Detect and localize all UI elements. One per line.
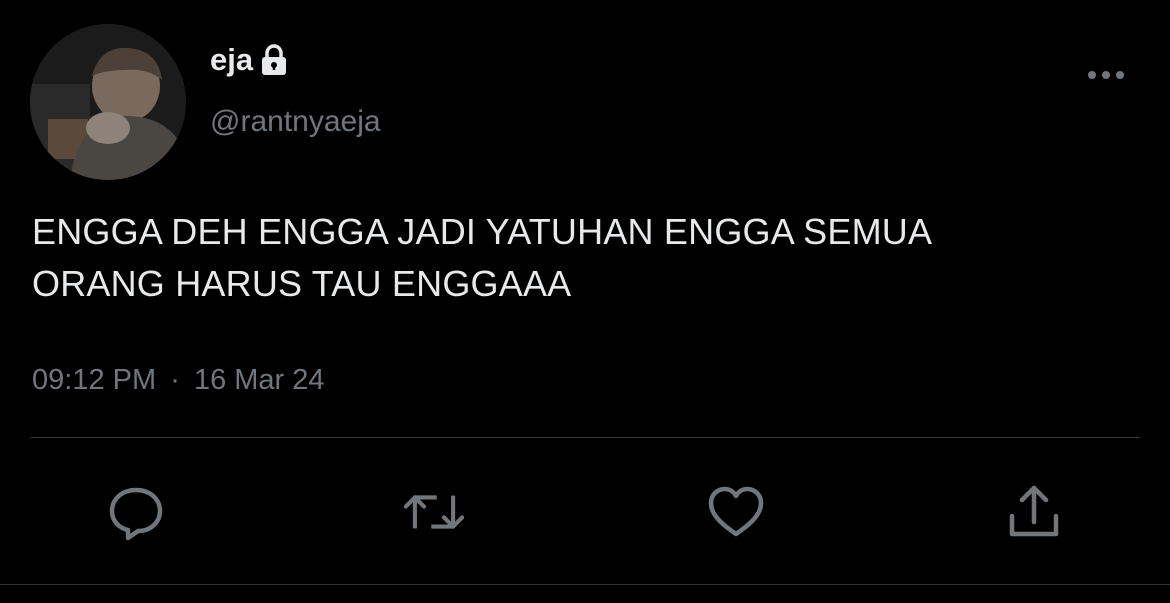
reply-button[interactable] — [106, 482, 166, 542]
divider — [30, 437, 1140, 438]
like-icon — [708, 486, 764, 537]
tweet-text-line-2: ORANG HARUS TAU ENGGAAA — [32, 263, 572, 304]
display-name-row: eja — [210, 40, 289, 80]
tweet-text-line-1: ENGGA DEH ENGGA JADI YATUHAN ENGGA SEMUA — [32, 211, 933, 252]
tweet-timestamp[interactable]: 09:12 PM · 16 Mar 24 — [32, 360, 325, 400]
like-button[interactable] — [706, 482, 766, 542]
action-bar — [0, 482, 1170, 542]
bottom-divider — [0, 584, 1170, 585]
tweet-text: ENGGA DEH ENGGA JADI YATUHAN ENGGA SEMUA… — [32, 206, 1142, 310]
retweet-button[interactable] — [404, 482, 464, 542]
share-icon — [1009, 485, 1059, 537]
reply-icon — [109, 487, 163, 541]
tweet-time: 09:12 PM — [32, 364, 157, 396]
avatar[interactable] — [30, 24, 186, 180]
retweet-icon — [404, 495, 464, 529]
more-options-icon[interactable] — [1084, 60, 1128, 90]
share-button[interactable] — [1004, 482, 1064, 542]
display-name[interactable]: eja — [210, 40, 253, 80]
tweet-date: 16 Mar 24 — [193, 364, 325, 396]
lock-icon — [259, 43, 289, 77]
user-handle[interactable]: @rantnyaeja — [210, 102, 381, 142]
avatar-image — [30, 24, 186, 180]
timestamp-separator: · — [170, 364, 180, 396]
tweet: eja @rantnyaeja ENGGA DEH ENGGA JADI YAT… — [0, 0, 1170, 603]
